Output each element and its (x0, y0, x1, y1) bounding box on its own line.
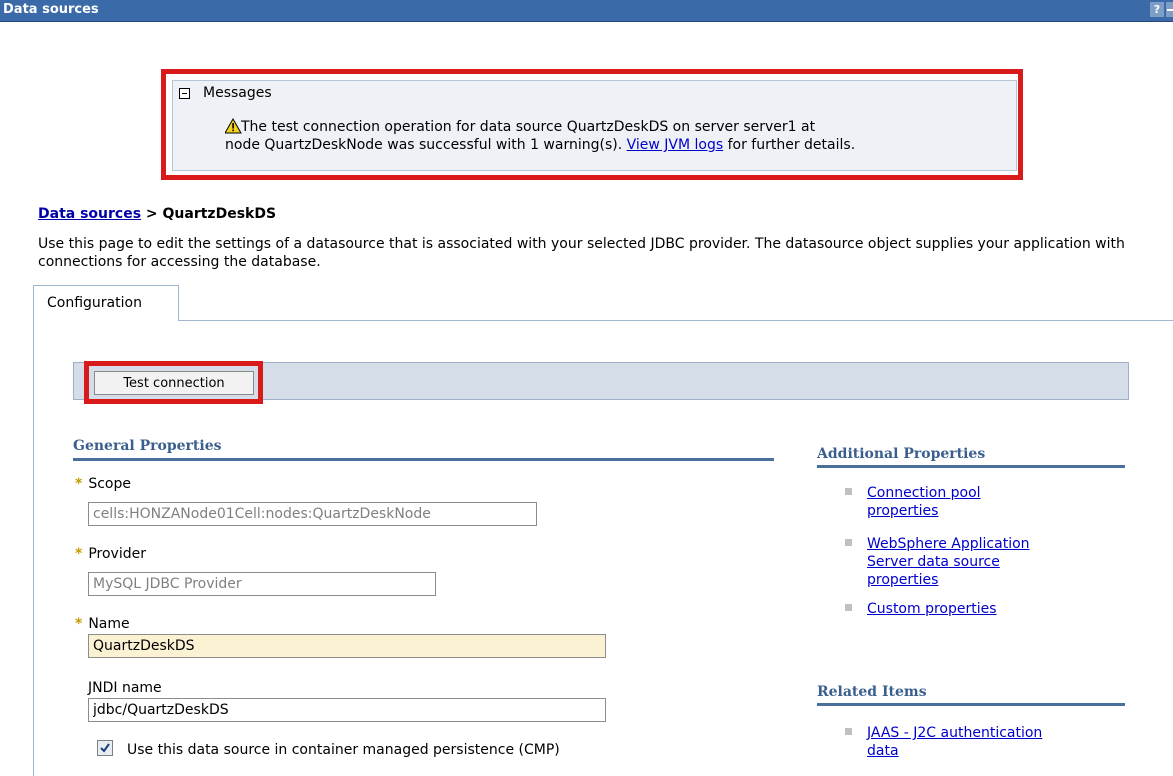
minimize-icon[interactable] (1166, 2, 1173, 17)
jaas-j2c-authentication-data-link[interactable]: JAAS - J2C authentication data (867, 724, 1042, 760)
jndi-name-field[interactable] (88, 698, 606, 722)
view-jvm-logs-link[interactable]: View JVM logs (627, 137, 724, 153)
link-line: JAAS - J2C authentication (867, 725, 1043, 741)
general-properties-divider (73, 458, 774, 461)
name-field[interactable] (88, 634, 606, 658)
page-description: Use this page to edit the settings of a … (38, 236, 1125, 270)
scope-label: * Scope (75, 476, 131, 492)
cmp-checkbox[interactable] (97, 740, 113, 756)
message-text-part: node QuartzDeskNode was successful with … (225, 137, 627, 153)
link-line: properties (867, 572, 939, 588)
link-line: Server data source (867, 554, 1000, 570)
bullet-icon (845, 539, 852, 546)
required-marker: * (75, 616, 83, 632)
breadcrumb: Data sources > QuartzDeskDS (38, 206, 276, 222)
additional-properties-divider (817, 465, 1125, 468)
scope-field[interactable] (88, 502, 537, 526)
help-icon[interactable]: ? (1150, 2, 1164, 17)
websphere-data-source-properties-link[interactable]: WebSphere Application Server data source p… (867, 535, 1030, 589)
tab-configuration-label: Configuration (47, 295, 142, 311)
tab-join (34, 320, 178, 322)
message-text-line1: The test connection operation for data s… (241, 119, 816, 135)
jndi-name-label: JNDI name (88, 680, 162, 696)
bullet-icon (845, 488, 852, 495)
messages-panel: Messages The test connection operation f… (172, 80, 1017, 171)
breadcrumb-separator: > (141, 206, 163, 222)
message-text-line2: node QuartzDeskNode was successful with … (225, 137, 855, 153)
required-marker: * (75, 546, 83, 562)
name-label: * Name (75, 616, 130, 632)
collapse-messages-icon[interactable] (179, 88, 190, 99)
window-title: Data sources (3, 2, 99, 17)
messages-title: Messages (203, 85, 272, 101)
additional-properties-heading: Additional Properties (817, 446, 986, 462)
link-line: properties (867, 503, 939, 519)
provider-field[interactable] (88, 572, 436, 596)
title-bar: Data sources ? (0, 0, 1173, 22)
name-label-text: Name (88, 616, 130, 632)
link-line: Custom properties (867, 601, 997, 617)
provider-label-text: Provider (88, 546, 146, 562)
connection-pool-properties-link[interactable]: Connection pool properties (867, 484, 981, 520)
custom-properties-link[interactable]: Custom properties (867, 600, 997, 618)
provider-label: * Provider (75, 546, 146, 562)
bullet-icon (845, 604, 852, 611)
breadcrumb-current: QuartzDeskDS (162, 206, 277, 222)
cmp-checkbox-label: Use this data source in container manage… (127, 742, 560, 758)
general-properties-heading: General Properties (73, 438, 222, 454)
checkmark-icon (100, 743, 110, 753)
breadcrumb-data-sources-link[interactable]: Data sources (38, 206, 141, 222)
related-items-heading: Related Items (817, 684, 927, 700)
link-line: WebSphere Application (867, 536, 1030, 552)
tab-configuration[interactable]: Configuration (33, 285, 179, 321)
related-items-divider (817, 703, 1125, 706)
required-marker: * (75, 476, 83, 492)
link-line: data (867, 743, 899, 759)
bullet-icon (845, 728, 852, 735)
message-text-part: for further details. (723, 137, 856, 153)
scope-label-text: Scope (88, 476, 131, 492)
link-line: Connection pool (867, 485, 981, 501)
test-connection-button[interactable]: Test connection (94, 371, 254, 395)
